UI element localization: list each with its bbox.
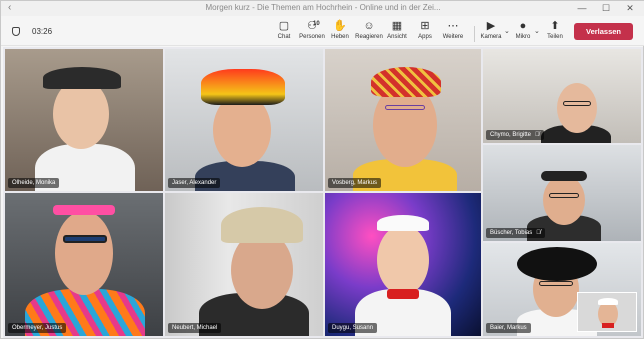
chat-label: Chat: [277, 34, 291, 40]
camera-icon: ▶: [486, 20, 496, 32]
teams-meeting-window: ‹ Morgen kurz - Die Themen am Hochrhein …: [0, 0, 644, 339]
close-window-button[interactable]: ✕: [621, 1, 639, 16]
video-tile[interactable]: Neubert, Michael: [165, 193, 323, 336]
video-tile[interactable]: Obermeyer, Justus: [5, 193, 163, 336]
shield-icon[interactable]: [12, 27, 20, 36]
video-feed: [165, 49, 323, 191]
raise-hand-button[interactable]: ✋ Heben: [325, 20, 355, 44]
participant-name-tag: Neubert, Michael: [168, 323, 222, 333]
meeting-timer: 03:26: [32, 27, 53, 36]
people-button[interactable]: ⚇ 10 Personen: [297, 20, 327, 44]
share-icon: ⬆: [550, 20, 560, 32]
video-tile[interactable]: Olheide, Monika: [5, 49, 163, 191]
more-icon: ⋯: [447, 20, 459, 32]
participant-name-tag: Baier, Markus: [486, 323, 531, 333]
video-feed: [325, 49, 481, 191]
video-feed: [325, 193, 481, 336]
react-icon: ☺: [363, 20, 375, 32]
toolbar-divider: [474, 26, 475, 42]
video-tile-active-speaker[interactable]: Baier, Markus: [483, 243, 641, 336]
video-grid: Olheide, Monika Jaser, Alexander Vosberg…: [3, 47, 643, 338]
video-tile-active-speaker[interactable]: Vosberg, Markus: [325, 49, 481, 191]
raise-hand-label: Heben: [331, 34, 349, 40]
minimize-button[interactable]: —: [573, 1, 591, 16]
title-bar: ‹ Morgen kurz - Die Themen am Hochrhein …: [1, 1, 644, 16]
people-icon: ⚇: [307, 20, 317, 32]
camera-label: Kamera: [480, 34, 502, 40]
share-button[interactable]: ⬆ Teilen: [540, 20, 570, 44]
video-tile[interactable]: Duygu, Susann: [325, 193, 481, 336]
participant-name-tag: Chymo, Brigitte 🎙̸: [486, 130, 544, 140]
view-icon: ▦: [391, 20, 403, 32]
chat-button[interactable]: ▢ Chat: [269, 20, 299, 44]
video-feed: [483, 49, 641, 143]
video-feed: [5, 49, 163, 191]
participant-name-tag: Obermeyer, Justus: [8, 323, 67, 333]
leave-button[interactable]: Verlassen: [574, 23, 633, 40]
window-title: Morgen kurz - Die Themen am Hochrhein - …: [205, 3, 441, 12]
apps-icon: ⊞: [420, 20, 430, 32]
meeting-toolbar: 03:26 ▢ Chat ⚇ 10 Personen ✋ Heben ☺ Rea…: [1, 16, 644, 46]
muted-microphone-icon: 🎙̸: [536, 230, 541, 236]
camera-button[interactable]: ▶ Kamera: [476, 20, 506, 44]
chat-icon: ▢: [278, 20, 290, 32]
maximize-button[interactable]: ☐: [597, 1, 615, 16]
raise-hand-icon: ✋: [333, 20, 347, 32]
video-feed: [5, 193, 163, 336]
apps-button[interactable]: ⊞ Apps: [410, 20, 440, 44]
share-label: Teilen: [547, 34, 563, 40]
react-label: Reagieren: [355, 34, 383, 40]
video-feed: [483, 145, 641, 241]
more-button[interactable]: ⋯ Weitere: [438, 20, 468, 44]
people-label: Personen: [299, 34, 325, 40]
participant-name-tag: Olheide, Monika: [8, 178, 60, 188]
participant-name-tag: Jaser, Alexander: [168, 178, 221, 188]
self-view-preview[interactable]: [577, 292, 637, 332]
video-feed: [165, 193, 323, 336]
participant-name-tag: Büscher, Tobias 🎙̸: [486, 228, 545, 238]
participant-name-tag: Vosberg, Markus: [328, 178, 382, 188]
muted-microphone-icon: 🎙̸: [535, 132, 540, 138]
video-tile[interactable]: Chymo, Brigitte 🎙̸: [483, 49, 641, 143]
participant-name-tag: Duygu, Susann: [328, 323, 378, 333]
microphone-options-chevron-icon[interactable]: ⌄: [534, 27, 540, 35]
react-button[interactable]: ☺ Reagieren: [354, 20, 384, 44]
apps-label: Apps: [418, 34, 432, 40]
view-button[interactable]: ▦ Ansicht: [382, 20, 412, 44]
more-label: Weitere: [442, 34, 464, 40]
video-tile[interactable]: Jaser, Alexander: [165, 49, 323, 191]
people-count-badge: 10: [313, 21, 320, 27]
video-tile[interactable]: Büscher, Tobias 🎙̸: [483, 145, 641, 241]
view-label: Ansicht: [387, 34, 407, 40]
